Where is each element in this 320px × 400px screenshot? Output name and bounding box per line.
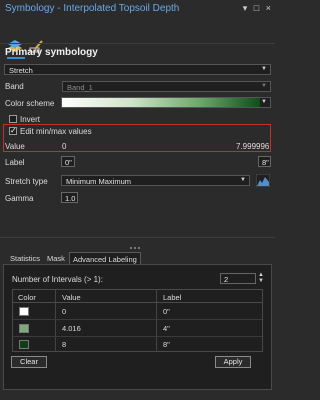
histogram-icon <box>255 173 271 188</box>
primary-symbology-heading: Primary symbology <box>5 47 98 58</box>
intervals-field[interactable]: 2 <box>220 273 256 284</box>
window-controls: ▾ □ × <box>243 3 271 14</box>
row-value[interactable]: 4.016 <box>62 324 81 333</box>
color-swatch-2[interactable] <box>19 340 29 349</box>
divider <box>0 237 275 238</box>
spin-down-icon[interactable]: ▼ <box>258 278 264 284</box>
chevron-down-icon: ▼ <box>240 177 246 183</box>
color-swatch-1[interactable] <box>19 324 29 333</box>
stretch-type-label: Stretch type <box>5 177 48 186</box>
edit-minmax-checkbox[interactable] <box>9 126 17 135</box>
invert-checkbox[interactable] <box>9 115 17 123</box>
table-row[interactable]: 4.016 4" <box>13 320 262 336</box>
tab-statistics[interactable]: Statistics <box>7 252 43 264</box>
table-row[interactable]: 0 0" <box>13 303 262 319</box>
chevron-down-icon: ▼ <box>261 99 267 105</box>
tab-advanced-labeling[interactable]: Advanced Labeling <box>69 252 141 264</box>
chevron-down-icon: ▼ <box>261 66 267 72</box>
column-header-value: Value <box>62 293 81 302</box>
row-value[interactable]: 8 <box>62 340 66 349</box>
stretch-type-value: Minimum Maximum <box>66 177 132 186</box>
label-max-field[interactable]: 8" <box>258 156 271 167</box>
intervals-label: Number of Intervals (> 1): <box>12 275 103 284</box>
color-swatch-0[interactable] <box>19 307 29 316</box>
value-min[interactable]: 0 <box>62 142 66 151</box>
renderer-dropdown[interactable]: Stretch ▼ <box>4 64 271 75</box>
value-max[interactable]: 7.999996 <box>236 142 269 151</box>
title-bar: Symbology - Interpolated Topsoil Depth ▾… <box>0 0 275 16</box>
tab-mask[interactable]: Mask <box>44 252 68 264</box>
label-label: Label <box>5 158 25 167</box>
window-title: Symbology - Interpolated Topsoil Depth <box>5 3 180 14</box>
intervals-value: 2 <box>224 275 229 284</box>
restore-icon[interactable]: □ <box>254 3 259 13</box>
histogram-button[interactable] <box>255 173 271 188</box>
symbology-tab-strip <box>0 18 275 59</box>
gamma-field[interactable]: 1.0 <box>61 192 78 203</box>
clear-button[interactable]: Clear <box>11 356 47 368</box>
column-header-color: Color <box>18 293 36 302</box>
band-label: Band <box>5 82 24 91</box>
gamma-label: Gamma <box>5 194 34 203</box>
band-dropdown[interactable]: Band_1 ▼ <box>62 81 271 92</box>
table-row[interactable]: 8 8" <box>13 337 262 352</box>
edit-minmax-label: Edit min/max values <box>20 127 92 136</box>
column-header-label: Label <box>163 293 182 302</box>
band-value: Band_1 <box>67 83 93 92</box>
stretch-type-dropdown[interactable]: Minimum Maximum ▼ <box>61 175 250 186</box>
close-icon[interactable]: × <box>266 3 271 13</box>
label-min-field[interactable]: 0" <box>61 156 75 167</box>
row-value[interactable]: 0 <box>62 307 66 316</box>
apply-button[interactable]: Apply <box>215 356 251 368</box>
row-label[interactable]: 0" <box>163 307 170 316</box>
value-label: Value <box>5 142 25 151</box>
chevron-down-icon: ▼ <box>261 83 267 89</box>
divider <box>0 43 275 44</box>
invert-label: Invert <box>20 115 41 124</box>
color-ramp-preview <box>62 98 260 107</box>
row-label[interactable]: 8" <box>163 340 170 349</box>
renderer-value: Stretch <box>9 66 33 75</box>
intervals-spinner[interactable]: ▲ ▼ <box>258 272 264 284</box>
dropdown-menu-icon[interactable]: ▾ <box>243 3 248 13</box>
color-scheme-label: Color scheme <box>5 99 55 108</box>
splitter-grip[interactable] <box>130 242 146 249</box>
row-label[interactable]: 4" <box>163 324 170 333</box>
